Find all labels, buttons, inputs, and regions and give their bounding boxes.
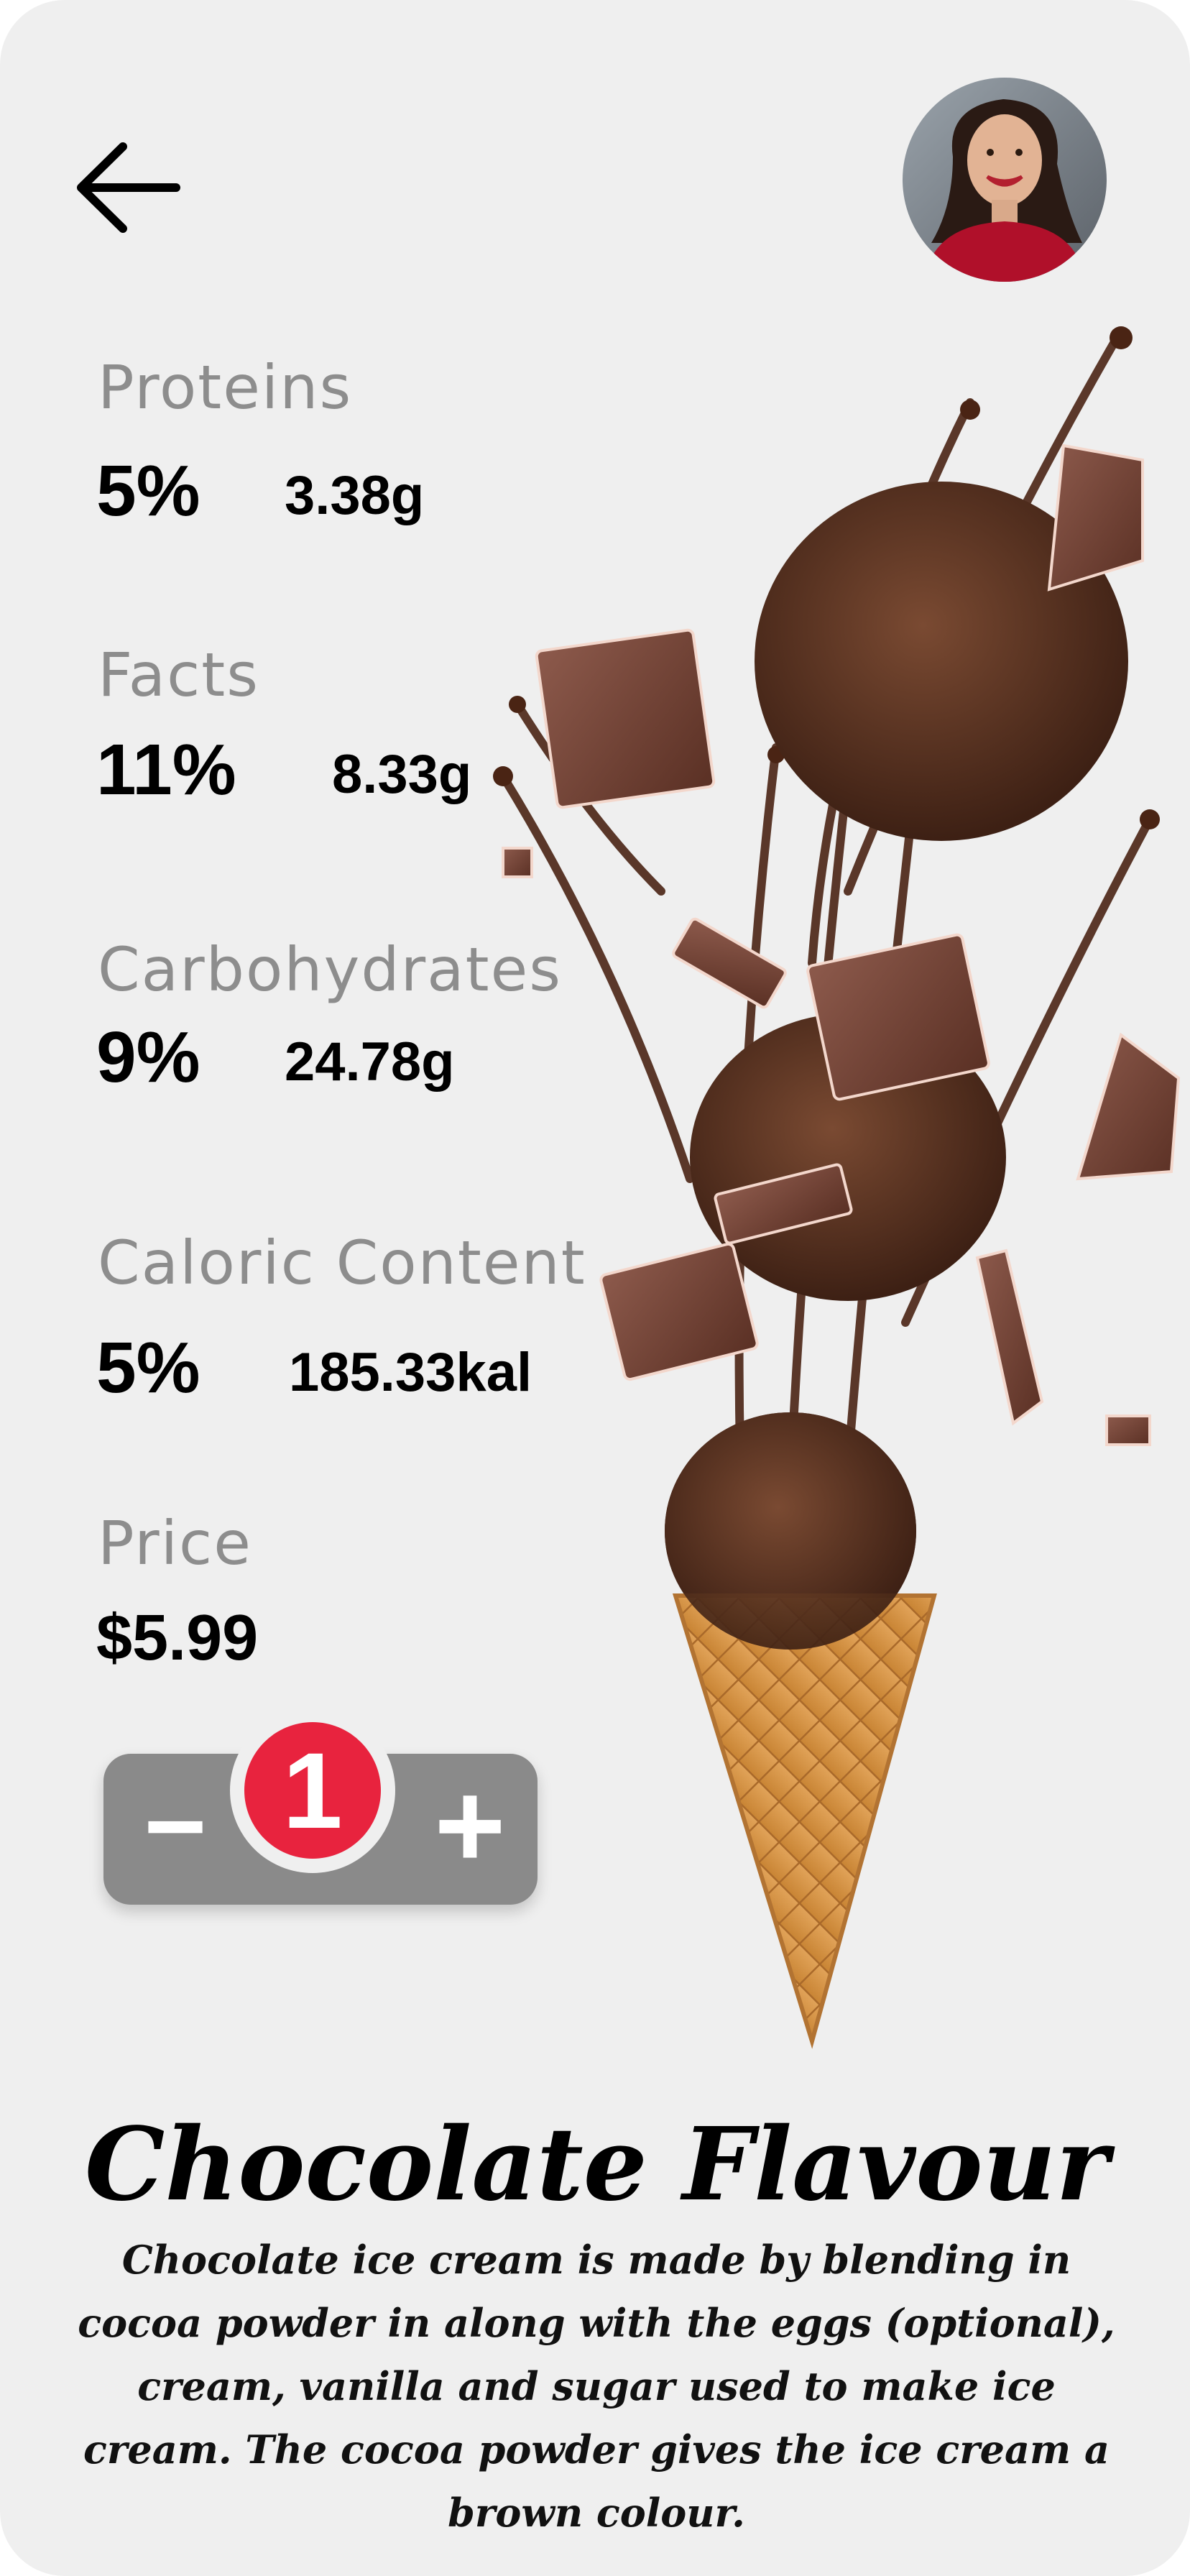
- nutrient-percent: 5%: [96, 451, 200, 531]
- nutrient-percent: 11%: [96, 730, 236, 810]
- product-title: Chocolate Flavour: [85, 2106, 1110, 2224]
- decrement-button[interactable]: −: [132, 1772, 218, 1880]
- price-value: $5.99: [96, 1602, 259, 1674]
- nutrient-amount: 24.78g: [285, 1031, 455, 1092]
- quantity-ring: 1: [230, 1708, 395, 1873]
- quantity-badge: 1: [244, 1722, 381, 1859]
- user-avatar[interactable]: [903, 78, 1107, 282]
- price-label: Price: [98, 1508, 252, 1578]
- nutrient-percent: 9%: [96, 1017, 200, 1098]
- back-button[interactable]: [69, 134, 184, 242]
- avatar-image: [903, 78, 1107, 282]
- app-screen: Proteins 5% 3.38g Facts 11% 8.33g Carboh…: [0, 0, 1190, 2576]
- nutrient-percent: 5%: [96, 1328, 200, 1408]
- product-description: Chocolate ice cream is made by blending …: [78, 2237, 1115, 2536]
- nutrient-amount: 8.33g: [332, 744, 472, 805]
- nutrient-label: Facts: [98, 640, 259, 710]
- ice-cream-cone-illustration: [493, 326, 1181, 2049]
- arrow-left-icon: [77, 142, 180, 233]
- quantity-stepper[interactable]: − 1 +: [103, 1708, 538, 1905]
- nutrient-label: Proteins: [98, 352, 353, 423]
- nutrient-amount: 3.38g: [285, 465, 425, 526]
